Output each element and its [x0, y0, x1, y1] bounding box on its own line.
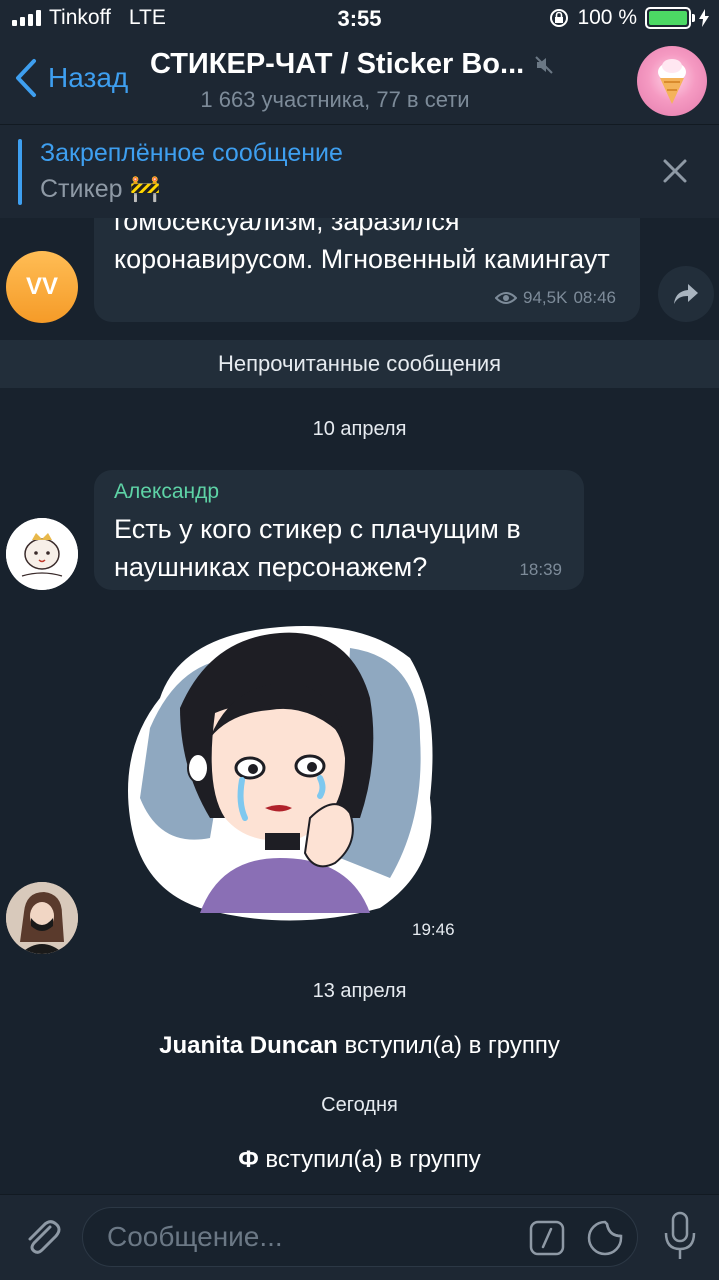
message-meta: 94,5K 08:46: [495, 288, 616, 308]
unread-divider: Непрочитанные сообщения: [0, 340, 719, 388]
date-separator: 13 апреля: [312, 980, 407, 1002]
ice-cream-icon: [658, 59, 686, 104]
service-action: вступил(а) в группу: [344, 1032, 560, 1059]
message-text: гомосексуализм, заразился коронавирусом.…: [114, 218, 610, 274]
message-bubble[interactable]: гомосексуализм, заразился коронавирусом.…: [94, 218, 640, 322]
date-separator: 10 апреля: [312, 418, 407, 440]
pinned-title: Закреплённое сообщение: [40, 139, 343, 167]
message-bubble[interactable]: Александр Есть у кого стикер с плачущим …: [94, 470, 584, 590]
chat-header: Назад СТИКЕР-ЧАТ / Sticker Bo... 1 663 у…: [0, 40, 719, 124]
microphone-icon[interactable]: [663, 1211, 697, 1261]
back-button[interactable]: Назад: [14, 58, 128, 98]
sticker-icon[interactable]: [587, 1220, 623, 1256]
rotation-lock-icon: [550, 9, 569, 27]
message-input[interactable]: [107, 1208, 527, 1266]
muted-icon: [535, 55, 553, 74]
message-views: 94,5K: [523, 288, 568, 307]
sticker-image[interactable]: [120, 618, 450, 928]
status-right: 100 %: [549, 6, 709, 30]
message-field[interactable]: [82, 1207, 638, 1267]
charging-icon: [699, 9, 709, 27]
chat-title: СТИКЕР-ЧАТ / Sticker Bo...: [150, 48, 580, 81]
chat-title-block[interactable]: СТИКЕР-ЧАТ / Sticker Bo... 1 663 участни…: [150, 48, 580, 113]
eye-icon: [495, 292, 518, 304]
close-icon[interactable]: [661, 157, 689, 185]
share-button[interactable]: [658, 266, 714, 322]
share-arrow-icon: [674, 284, 698, 304]
date-separator: Сегодня: [321, 1094, 398, 1116]
group-avatar[interactable]: [637, 46, 707, 116]
chat-subtitle: 1 663 участника, 77 в сети: [200, 87, 470, 112]
chevron-left-icon: [16, 59, 36, 97]
person-avatar-icon: [6, 882, 78, 954]
member-name[interactable]: Ф: [238, 1146, 258, 1173]
pinned-bar: [18, 139, 22, 205]
character-avatar-icon: [6, 518, 78, 590]
chat-title-text: СТИКЕР-ЧАТ / Sticker Bo...: [150, 48, 525, 80]
message-time: 18:39: [519, 560, 562, 579]
message-text: Есть у кого стикер с плачущим в наушника…: [114, 514, 521, 582]
avatar[interactable]: [6, 518, 78, 590]
pinned-message[interactable]: Закреплённое сообщение Стикер 🚧: [0, 124, 719, 218]
avatar[interactable]: [6, 882, 78, 954]
message-author[interactable]: Александр: [114, 480, 219, 504]
avatar[interactable]: VV: [6, 251, 78, 323]
status-bar: Tinkoff LTE 3:55 100 %: [0, 0, 719, 40]
paperclip-icon[interactable]: [20, 1215, 64, 1259]
message-time: 08:46: [573, 288, 616, 307]
composer-bar: [0, 1194, 719, 1280]
commands-icon[interactable]: [529, 1220, 565, 1256]
member-name[interactable]: Juanita Duncan: [159, 1032, 338, 1059]
pinned-text: Стикер 🚧: [40, 175, 161, 203]
message-list[interactable]: гомосексуализм, заразился коронавирусом.…: [0, 218, 719, 1194]
back-label: Назад: [48, 62, 129, 93]
battery-percent: 100 %: [577, 6, 637, 29]
service-message: Juanita Duncan вступил(а) в группу: [0, 1032, 719, 1060]
service-message: Ф вступил(а) в группу: [0, 1146, 719, 1174]
service-action: вступил(а) в группу: [265, 1146, 481, 1173]
message-time: 19:46: [412, 920, 455, 939]
battery-icon: [645, 7, 695, 29]
